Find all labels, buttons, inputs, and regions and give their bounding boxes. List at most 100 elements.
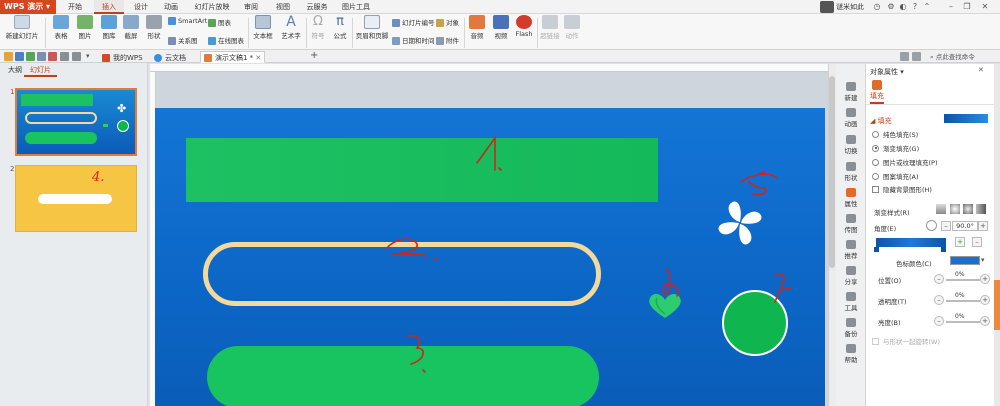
sync-icon[interactable] bbox=[912, 52, 921, 61]
tab-fill[interactable]: 填充 bbox=[870, 91, 884, 104]
angle-input[interactable]: 90.0° bbox=[952, 221, 978, 231]
transparency-decrease[interactable]: – bbox=[934, 295, 944, 305]
header-footer-button[interactable]: 页眉和页脚 bbox=[354, 15, 390, 40]
option-pattern-fill[interactable]: 图案填充(A) bbox=[872, 171, 919, 181]
angle-decrease-button[interactable]: – bbox=[941, 221, 951, 231]
clock-icon[interactable]: ◷ bbox=[872, 2, 882, 12]
slide-number-button[interactable]: 幻灯片编号 bbox=[392, 17, 435, 27]
angle-increase-button[interactable]: + bbox=[978, 221, 988, 231]
audio-button[interactable]: 音频 bbox=[466, 15, 488, 40]
side-share[interactable]: 分享 bbox=[836, 266, 866, 286]
symbol-button[interactable]: Ω 符号 bbox=[308, 15, 328, 41]
side-recommend[interactable]: 推荐 bbox=[836, 240, 866, 260]
save-icon[interactable] bbox=[15, 52, 24, 61]
gradient-style-radial[interactable] bbox=[950, 204, 960, 214]
brightness-decrease[interactable]: – bbox=[934, 316, 944, 326]
datetime-button[interactable]: 日期和时间 bbox=[392, 35, 435, 45]
menu-cloud[interactable]: 云服务 bbox=[300, 0, 334, 14]
video-button[interactable]: 视频 bbox=[490, 15, 512, 40]
menu-review[interactable]: 审阅 bbox=[238, 0, 264, 14]
side-tools[interactable]: 工具 bbox=[836, 292, 866, 312]
chevron-down-icon[interactable]: ▾ bbox=[981, 256, 985, 264]
slide-thumbnail-2[interactable]: 4. bbox=[15, 165, 137, 232]
gradient-bar[interactable] bbox=[876, 238, 946, 247]
side-properties[interactable]: 属性 bbox=[836, 188, 866, 208]
wordart-button[interactable]: A 艺术字 bbox=[278, 15, 304, 40]
tab-close-icon[interactable]: ✕ bbox=[255, 54, 261, 62]
avatar[interactable] bbox=[820, 1, 834, 13]
search-command[interactable]: ⌕ 点此查找命令 bbox=[930, 51, 975, 63]
close-icon[interactable]: ✕ bbox=[980, 2, 990, 12]
scrollbar-thumb[interactable] bbox=[829, 76, 835, 268]
attachment-button[interactable]: 附件 bbox=[436, 35, 459, 45]
minimize-icon[interactable]: – bbox=[946, 2, 956, 12]
screenshot-button[interactable]: 截屏 bbox=[120, 15, 142, 40]
redo-icon[interactable] bbox=[72, 52, 81, 61]
menu-home[interactable]: 开始 bbox=[62, 0, 88, 14]
image-button[interactable]: 图片 bbox=[74, 15, 96, 40]
smartart-button[interactable]: SmartArt bbox=[168, 17, 207, 25]
user-name[interactable]: 谜米如此 bbox=[836, 0, 864, 14]
online-chart-button[interactable]: 在线图表 bbox=[208, 35, 244, 45]
textbox-button[interactable]: 文本框 bbox=[250, 15, 276, 40]
print-icon[interactable] bbox=[26, 52, 35, 61]
gradient-style-rect[interactable] bbox=[963, 204, 973, 214]
tab-cloud-docs[interactable]: 云文档 bbox=[150, 51, 190, 63]
skin-icon[interactable]: ◐ bbox=[898, 2, 908, 12]
tab-slides[interactable]: 幻灯片 bbox=[24, 63, 57, 77]
open-icon[interactable] bbox=[4, 52, 13, 61]
add-stop-button[interactable]: + bbox=[955, 237, 965, 247]
action-button[interactable]: 动作 bbox=[562, 15, 582, 40]
transparency-increase[interactable]: + bbox=[980, 295, 990, 305]
tab-my-wps[interactable]: 我的WPS bbox=[98, 51, 147, 63]
rotate-with-shape-checkbox[interactable]: 与形状一起旋转(W) bbox=[872, 336, 940, 346]
position-decrease[interactable]: – bbox=[934, 274, 944, 284]
menu-design[interactable]: 设计 bbox=[128, 0, 154, 14]
transparency-slider[interactable] bbox=[946, 300, 980, 302]
hide-background-checkbox[interactable]: 隐藏背景图形(H) bbox=[872, 184, 932, 194]
new-tab-icon[interactable]: + bbox=[310, 50, 318, 62]
side-upload-image[interactable]: 传图 bbox=[836, 214, 866, 234]
menu-picture-tools[interactable]: 图片工具 bbox=[336, 0, 376, 14]
restore-icon[interactable]: ❐ bbox=[962, 2, 972, 12]
relation-button[interactable]: 关系图 bbox=[168, 35, 198, 45]
brightness-slider[interactable] bbox=[946, 321, 980, 323]
side-animation[interactable]: 动画 bbox=[836, 108, 866, 128]
new-slide-button[interactable]: 新建幻灯片 bbox=[2, 15, 42, 40]
undo-icon[interactable] bbox=[60, 52, 69, 61]
side-shape[interactable]: 形状 bbox=[836, 162, 866, 182]
shape-button[interactable]: 形状 bbox=[143, 15, 165, 40]
gradient-style-linear[interactable] bbox=[936, 204, 946, 214]
formula-button[interactable]: π 公式 bbox=[330, 15, 350, 41]
menu-view[interactable]: 视图 bbox=[270, 0, 296, 14]
side-transition[interactable]: 切换 bbox=[836, 135, 866, 155]
slide-canvas[interactable] bbox=[155, 108, 825, 406]
dropdown-icon[interactable]: ▾ bbox=[86, 52, 95, 61]
tab-presentation1[interactable]: 演示文稿1 * ✕ bbox=[200, 51, 266, 63]
brightness-increase[interactable]: + bbox=[980, 316, 990, 326]
panel-collapse-handle[interactable] bbox=[994, 280, 1000, 330]
panel-close-icon[interactable]: ✕ bbox=[978, 66, 984, 74]
app-menu-button[interactable]: WPS 演示 ▾ bbox=[0, 0, 56, 14]
side-help[interactable]: 帮助 bbox=[836, 344, 866, 364]
gradient-style-path[interactable] bbox=[976, 204, 986, 214]
preview-icon[interactable] bbox=[37, 52, 46, 61]
option-picture-fill[interactable]: 图片或纹理填充(P) bbox=[872, 157, 938, 167]
gear-icon[interactable]: ⚙ bbox=[886, 2, 896, 12]
side-new[interactable]: 新建 bbox=[836, 82, 866, 102]
stop-color-swatch[interactable] bbox=[950, 256, 980, 265]
chart-button[interactable]: 图表 bbox=[208, 17, 231, 27]
remove-stop-button[interactable]: – bbox=[972, 237, 982, 247]
gradient-stop-right[interactable] bbox=[941, 247, 946, 252]
position-increase[interactable]: + bbox=[980, 274, 990, 284]
gradient-stop-left[interactable] bbox=[874, 247, 879, 252]
collapse-icon[interactable]: ⌃ bbox=[922, 2, 932, 12]
menu-insert[interactable]: 插入 bbox=[94, 0, 124, 14]
help-icon[interactable]: ? bbox=[910, 2, 920, 12]
slide-thumbnail-1[interactable]: ✤ bbox=[15, 88, 137, 156]
layout-icon[interactable] bbox=[900, 52, 909, 61]
angle-dial[interactable] bbox=[926, 220, 937, 231]
export-pdf-icon[interactable] bbox=[48, 52, 57, 61]
fill-section-header[interactable]: ◢ 填充 bbox=[870, 116, 892, 126]
position-slider[interactable] bbox=[946, 279, 980, 281]
